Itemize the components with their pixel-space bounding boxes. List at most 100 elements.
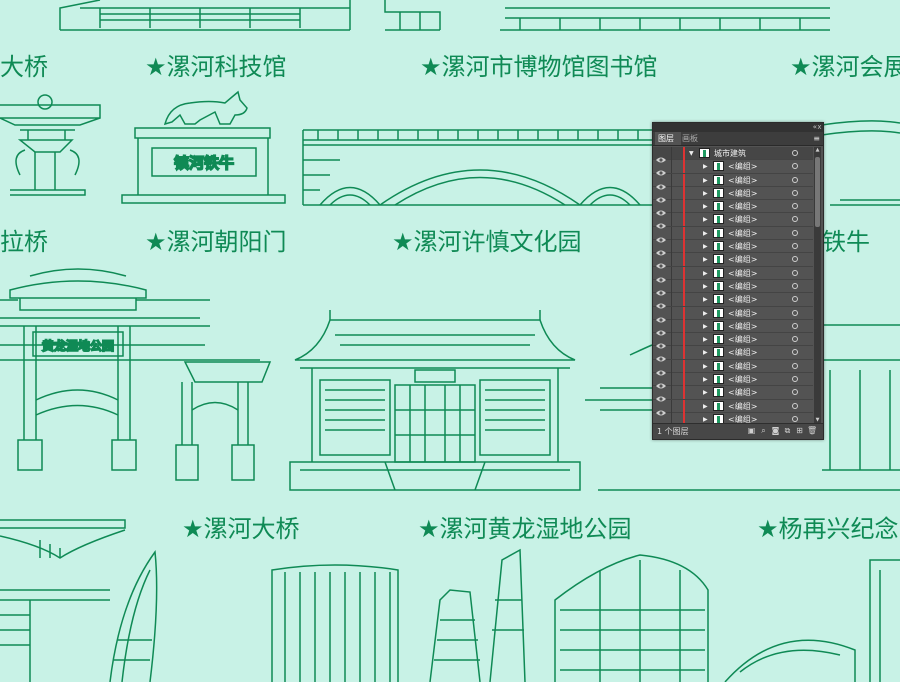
expand-right-icon[interactable]: ▶ <box>703 283 708 290</box>
visibility-eye-icon[interactable] <box>656 282 666 296</box>
tab-artboards[interactable]: 画板 <box>679 132 705 145</box>
sublayer-row[interactable]: ▶ <编组> <box>653 319 813 336</box>
panel-menu-icon[interactable]: ≡ <box>813 133 820 144</box>
scrollbar-thumb[interactable] <box>815 157 820 227</box>
expand-down-icon[interactable]: ▼ <box>689 150 694 157</box>
layer-name[interactable]: <编组> <box>728 333 757 346</box>
target-circle-icon[interactable] <box>792 256 798 263</box>
visibility-eye-icon[interactable] <box>656 242 666 256</box>
sublayer-row[interactable]: ▶ <编组> <box>653 306 813 323</box>
target-circle-icon[interactable] <box>792 163 798 170</box>
lock-column[interactable] <box>671 226 672 240</box>
lock-column[interactable] <box>671 293 672 307</box>
lock-column[interactable] <box>671 279 672 293</box>
target-circle-icon[interactable] <box>792 229 798 236</box>
lock-column[interactable] <box>671 346 672 360</box>
expand-right-icon[interactable]: ▶ <box>703 363 708 370</box>
expand-right-icon[interactable]: ▶ <box>703 376 708 383</box>
visibility-eye-icon[interactable] <box>656 415 666 423</box>
layer-name[interactable]: <编组> <box>728 240 757 253</box>
visibility-eye-icon[interactable] <box>656 215 666 229</box>
visibility-eye-icon[interactable] <box>656 402 666 416</box>
lock-column[interactable] <box>671 333 672 347</box>
layer-name[interactable]: <编组> <box>728 360 757 373</box>
panel-titlebar[interactable]: « x <box>653 123 823 132</box>
sublayer-row[interactable]: ▶ <编组> <box>653 200 813 216</box>
sublayer-row[interactable]: ▶ <编组> <box>653 240 813 256</box>
target-circle-icon[interactable] <box>792 322 798 329</box>
target-circle-icon[interactable] <box>792 415 798 422</box>
target-circle-icon[interactable] <box>792 336 798 343</box>
expand-right-icon[interactable]: ▶ <box>703 323 708 330</box>
layer-name[interactable]: <编组> <box>728 307 757 320</box>
lock-column[interactable] <box>671 266 672 280</box>
target-circle-icon[interactable] <box>792 203 798 210</box>
sublayer-row[interactable]: ▶ <编组> <box>653 186 813 203</box>
close-icon[interactable]: x <box>816 123 823 132</box>
target-circle-icon[interactable] <box>792 282 798 289</box>
sublayer-row[interactable]: ▶ <编组> <box>653 266 813 283</box>
new-sublayer-icon[interactable]: ⧉ <box>783 427 792 435</box>
export-icon[interactable]: ▣ <box>747 427 756 435</box>
expand-right-icon[interactable]: ▶ <box>703 389 708 396</box>
sublayer-row[interactable]: ▶ <编组> <box>653 333 813 349</box>
visibility-eye-icon[interactable] <box>656 229 666 243</box>
lock-column[interactable] <box>671 240 672 254</box>
layer-name[interactable]: <编组> <box>728 213 757 226</box>
trash-icon[interactable]: 🗑 <box>807 427 817 435</box>
layer-name[interactable]: <编组> <box>728 200 757 213</box>
expand-right-icon[interactable]: ▶ <box>703 349 708 356</box>
visibility-eye-icon[interactable] <box>656 255 666 269</box>
visibility-eye-icon[interactable] <box>656 348 666 362</box>
visibility-eye-icon[interactable] <box>656 202 666 216</box>
locate-icon[interactable]: ⌕ <box>759 427 768 435</box>
layer-name[interactable]: <编组> <box>728 187 757 200</box>
layer-name[interactable]: <编组> <box>728 174 757 187</box>
sublayer-row[interactable]: ▶ <编组> <box>653 226 813 243</box>
expand-right-icon[interactable]: ▶ <box>703 310 708 317</box>
visibility-eye-icon[interactable] <box>656 375 666 389</box>
expand-right-icon[interactable]: ▶ <box>703 416 708 423</box>
tab-layers[interactable]: 图层 <box>655 132 681 145</box>
sublayer-row[interactable]: ▶ <编组> <box>653 412 813 423</box>
visibility-eye-icon[interactable] <box>656 176 666 190</box>
target-circle-icon[interactable] <box>792 389 798 396</box>
visibility-eye-icon[interactable] <box>656 149 666 163</box>
visibility-eye-icon[interactable] <box>656 309 666 323</box>
target-circle-icon[interactable] <box>792 269 798 276</box>
visibility-eye-icon[interactable] <box>656 388 666 402</box>
lock-column[interactable] <box>671 412 672 423</box>
sublayer-row[interactable]: ▶ <编组> <box>653 213 813 229</box>
visibility-eye-icon[interactable] <box>656 295 666 309</box>
expand-right-icon[interactable]: ▶ <box>703 163 708 170</box>
layers-panel[interactable]: « x 图层 画板 ≡ ▼ 城市建筑 ▶ <编组> ▶ <编组> ▶ <编组> ▶ <编组> ▶ <编… <box>652 122 824 440</box>
lock-column[interactable] <box>671 306 672 320</box>
layer-name[interactable]: <编组> <box>728 267 757 280</box>
lock-column[interactable] <box>671 213 672 227</box>
sublayer-row[interactable]: ▶ <编组> <box>653 160 813 176</box>
layer-name[interactable]: <编组> <box>728 253 757 266</box>
layer-name[interactable]: <编组> <box>728 280 757 293</box>
sublayer-row[interactable]: ▶ <编组> <box>653 359 813 376</box>
layers-list[interactable]: ▼ 城市建筑 ▶ <编组> ▶ <编组> ▶ <编组> ▶ <编组> ▶ <编组> ▶ <编组> ▶ <编组>… <box>653 147 813 423</box>
expand-right-icon[interactable]: ▶ <box>703 190 708 197</box>
lock-column[interactable] <box>671 200 672 214</box>
lock-column[interactable] <box>671 147 672 160</box>
target-circle-icon[interactable] <box>792 150 798 156</box>
layer-name[interactable]: <编组> <box>728 386 757 399</box>
expand-right-icon[interactable]: ▶ <box>703 230 708 237</box>
visibility-eye-icon[interactable] <box>656 322 666 336</box>
sublayer-row[interactable]: ▶ <编组> <box>653 373 813 389</box>
expand-right-icon[interactable]: ▶ <box>703 403 708 410</box>
sublayer-row[interactable]: ▶ <编组> <box>653 173 813 190</box>
layer-name[interactable]: <编组> <box>728 413 757 423</box>
expand-right-icon[interactable]: ▶ <box>703 203 708 210</box>
expand-right-icon[interactable]: ▶ <box>703 270 708 277</box>
lock-column[interactable] <box>671 173 672 187</box>
lock-column[interactable] <box>671 359 672 373</box>
visibility-eye-icon[interactable] <box>656 189 666 203</box>
lock-column[interactable] <box>671 373 672 387</box>
layer-name[interactable]: <编组> <box>728 400 757 413</box>
target-circle-icon[interactable] <box>792 216 798 223</box>
lock-column[interactable] <box>671 160 672 174</box>
